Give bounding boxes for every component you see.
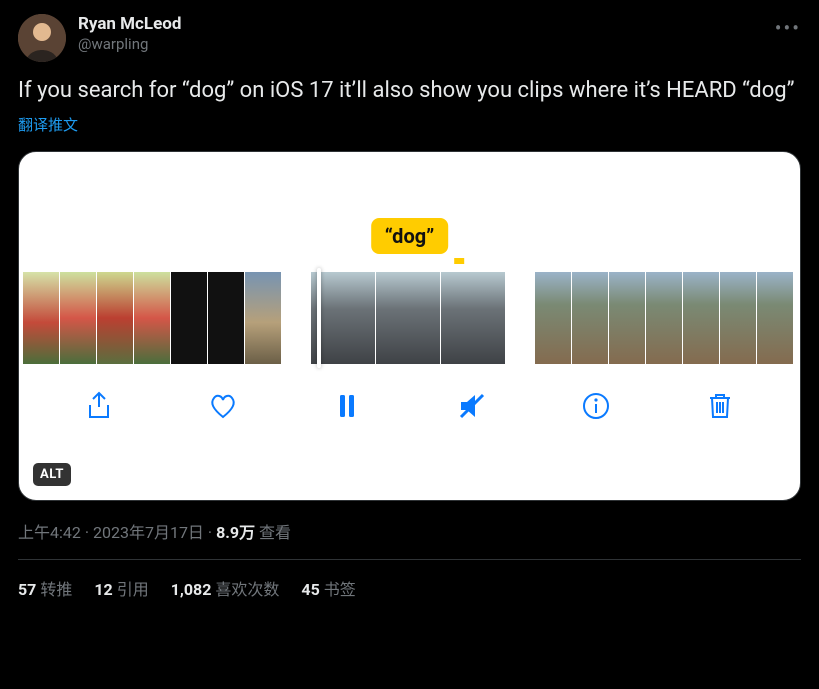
media-toolbar [19, 364, 800, 442]
video-timeline[interactable] [19, 272, 800, 364]
clip-group-2[interactable] [311, 272, 505, 364]
avatar[interactable] [18, 14, 66, 62]
thumbnail [683, 272, 719, 364]
thumbnail-playhead[interactable] [311, 272, 375, 364]
more-options-icon[interactable]: ••• [775, 16, 801, 40]
heart-icon [207, 390, 239, 422]
tooltip-label: “dog” [371, 218, 449, 254]
translate-link[interactable]: 翻译推文 [18, 114, 801, 135]
pause-button[interactable] [329, 388, 365, 424]
info-button[interactable] [578, 388, 614, 424]
like-button[interactable] [205, 388, 241, 424]
thumbnail [97, 272, 133, 364]
engagement-stats: 57转推 12引用 1,082喜欢次数 45书签 [18, 560, 801, 600]
tweet-meta: 上午4:42 · 2023年7月17日 · 8.9万 查看 [18, 519, 801, 543]
user-handle[interactable]: @warpling [78, 35, 181, 54]
thumbnail [646, 272, 682, 364]
thumbnail [376, 272, 440, 364]
thumbnail [208, 272, 244, 364]
media-attachment[interactable]: “dog” [18, 151, 801, 501]
share-button[interactable] [81, 388, 117, 424]
stat-bookmarks[interactable]: 45书签 [301, 576, 355, 600]
display-name[interactable]: Ryan McLeod [78, 14, 181, 35]
thumbnail [535, 272, 571, 364]
stat-likes[interactable]: 1,082喜欢次数 [171, 576, 280, 600]
thumbnail [441, 272, 505, 364]
thumbnail [757, 272, 793, 364]
stat-quotes[interactable]: 12引用 [94, 576, 148, 600]
tweet-text: If you search for “dog” on iOS 17 it’ll … [18, 76, 801, 106]
info-icon [580, 390, 612, 422]
tweet-container: Ryan McLeod @warpling ••• If you search … [0, 0, 819, 600]
alt-badge[interactable]: ALT [33, 463, 71, 486]
tweet-date[interactable]: 2023年7月17日 [93, 523, 204, 542]
tooltip-pointer [454, 258, 464, 264]
thumbnail [720, 272, 756, 364]
pause-icon [331, 390, 363, 422]
media-top-area: “dog” [19, 152, 800, 272]
search-tooltip: “dog” [371, 218, 449, 264]
thumbnail [23, 272, 59, 364]
stat-retweets[interactable]: 57转推 [18, 576, 72, 600]
thumbnail [245, 272, 281, 364]
thumbnail [171, 272, 207, 364]
clip-group-1[interactable] [23, 272, 281, 364]
share-icon [83, 390, 115, 422]
user-block: Ryan McLeod @warpling [78, 14, 181, 54]
delete-button[interactable] [702, 388, 738, 424]
thumbnail [134, 272, 170, 364]
thumbnail [609, 272, 645, 364]
tweet-time[interactable]: 上午4:42 [18, 523, 81, 542]
mute-button[interactable] [454, 388, 490, 424]
thumbnail [572, 272, 608, 364]
mute-icon [456, 390, 488, 422]
trash-icon [704, 390, 736, 422]
thumbnail [60, 272, 96, 364]
tweet-header: Ryan McLeod @warpling ••• [18, 14, 801, 62]
views-label: 查看 [255, 523, 291, 542]
clip-group-3[interactable] [535, 272, 793, 364]
views-count: 8.9万 [216, 523, 255, 542]
